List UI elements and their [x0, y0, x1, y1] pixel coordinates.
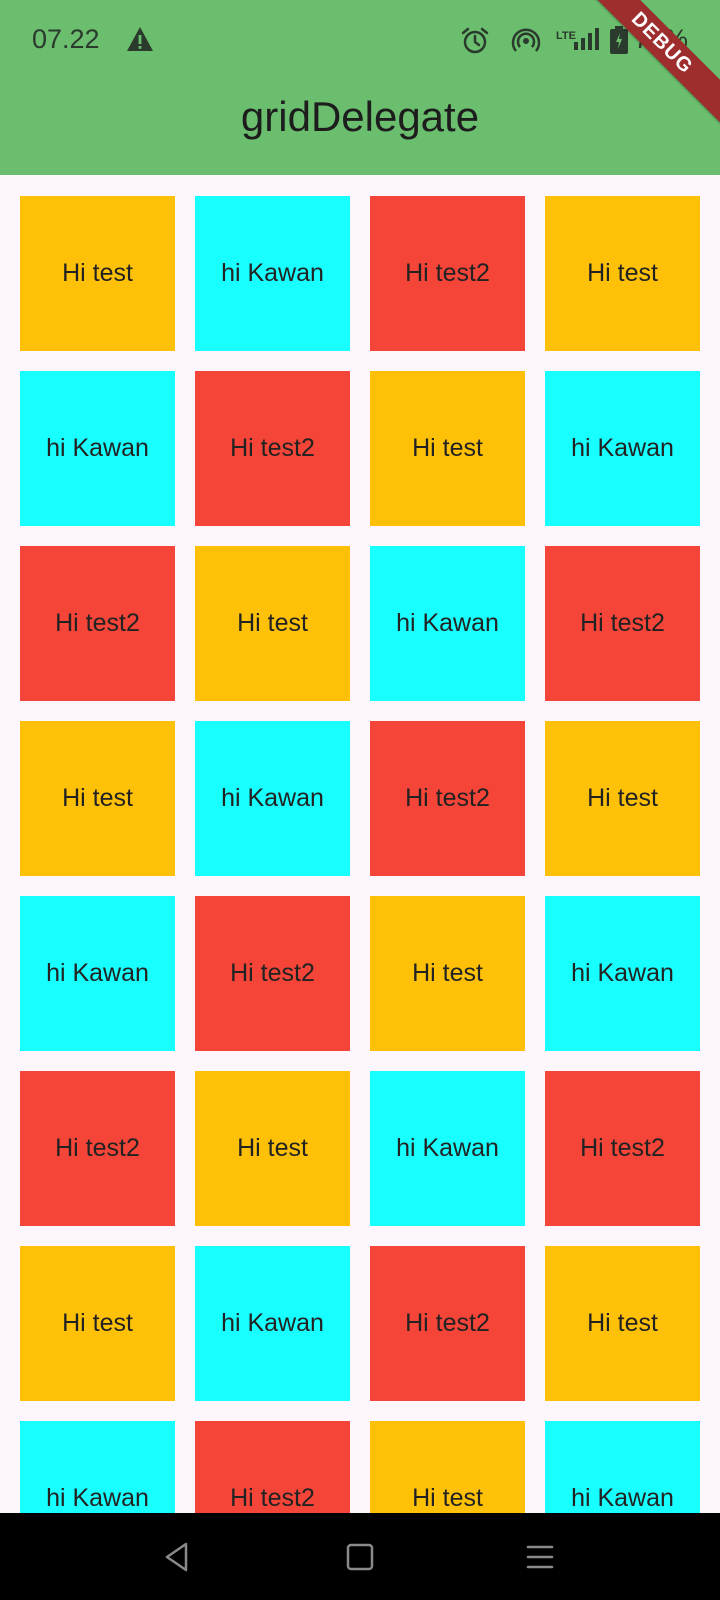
- grid-tile-label: hi Kawan: [571, 959, 674, 987]
- grid-tile[interactable]: Hi test2: [20, 546, 175, 701]
- grid-tile[interactable]: hi Kawan: [545, 896, 700, 1051]
- grid-tile-label: Hi test: [587, 1309, 658, 1337]
- grid-tile[interactable]: Hi test: [545, 196, 700, 351]
- grid-tile[interactable]: hi Kawan: [195, 721, 350, 876]
- grid-tile[interactable]: Hi test2: [20, 1071, 175, 1226]
- grid-tile-label: hi Kawan: [571, 1484, 674, 1512]
- battery-icon: [610, 26, 628, 54]
- menu-icon[interactable]: [526, 1543, 554, 1571]
- grid-tile-label: Hi test: [587, 259, 658, 287]
- grid-tile[interactable]: Hi test: [20, 1246, 175, 1401]
- grid-tile-label: hi Kawan: [46, 1484, 149, 1512]
- grid-tile-label: hi Kawan: [46, 434, 149, 462]
- grid-tile-label: Hi test: [237, 609, 308, 637]
- grid-tile[interactable]: Hi test2: [545, 1071, 700, 1226]
- grid-tile-label: Hi test: [412, 434, 483, 462]
- grid-tile-label: Hi test: [412, 1484, 483, 1512]
- grid-tile[interactable]: Hi test: [195, 1071, 350, 1226]
- tile-grid: Hi test hi Kawan Hi test2 Hi test hi Kawan Hi…: [20, 196, 700, 1513]
- grid-tile[interactable]: hi Kawan: [195, 1246, 350, 1401]
- grid-view[interactable]: Hi test hi Kawan Hi test2 Hi test hi Kawan Hi…: [0, 175, 720, 1513]
- grid-tile-label: Hi test2: [580, 609, 665, 637]
- grid-tile[interactable]: hi Kawan: [20, 371, 175, 526]
- grid-tile-label: Hi test: [62, 259, 133, 287]
- grid-tile-label: Hi test2: [230, 1484, 315, 1512]
- home-icon[interactable]: [346, 1543, 374, 1571]
- grid-tile[interactable]: hi Kawan: [195, 196, 350, 351]
- grid-tile[interactable]: Hi test2: [370, 1246, 525, 1401]
- grid-tile-label: Hi test2: [230, 959, 315, 987]
- grid-tile[interactable]: Hi test2: [545, 546, 700, 701]
- hotspot-icon: [511, 28, 541, 52]
- page-title: gridDelegate: [240, 93, 480, 140]
- grid-tile[interactable]: hi Kawan: [20, 1421, 175, 1513]
- grid-tile-label: hi Kawan: [396, 609, 499, 637]
- signal-icon: [574, 28, 599, 50]
- grid-tile-label: Hi test2: [55, 609, 140, 637]
- grid-tile[interactable]: Hi test: [20, 196, 175, 351]
- warning-icon: [127, 27, 153, 51]
- grid-tile-label: Hi test2: [405, 784, 490, 812]
- grid-tile-label: hi Kawan: [571, 434, 674, 462]
- grid-tile[interactable]: Hi test: [545, 721, 700, 876]
- grid-tile[interactable]: hi Kawan: [20, 896, 175, 1051]
- grid-tile[interactable]: hi Kawan: [545, 1421, 700, 1513]
- grid-tile-label: hi Kawan: [396, 1134, 499, 1162]
- grid-tile-label: Hi test: [62, 784, 133, 812]
- grid-tile[interactable]: Hi test2: [370, 721, 525, 876]
- grid-tile[interactable]: Hi test: [20, 721, 175, 876]
- grid-tile-label: Hi test2: [405, 259, 490, 287]
- grid-tile[interactable]: hi Kawan: [370, 546, 525, 701]
- grid-tile[interactable]: Hi test: [545, 1246, 700, 1401]
- grid-tile-label: Hi test2: [55, 1134, 140, 1162]
- grid-tile-label: Hi test2: [230, 434, 315, 462]
- grid-tile-label: Hi test: [62, 1309, 133, 1337]
- grid-tile[interactable]: Hi test2: [195, 1421, 350, 1513]
- grid-tile-label: hi Kawan: [221, 784, 324, 812]
- grid-tile[interactable]: Hi test: [370, 371, 525, 526]
- grid-tile[interactable]: Hi test: [370, 1421, 525, 1513]
- grid-tile-label: Hi test: [587, 784, 658, 812]
- app-bar: 07.22 LTE 73% gridDelegat: [0, 0, 720, 175]
- back-icon[interactable]: [162, 1541, 194, 1573]
- grid-tile-label: Hi test: [237, 1134, 308, 1162]
- grid-tile-label: hi Kawan: [46, 959, 149, 987]
- grid-tile-label: Hi test: [412, 959, 483, 987]
- alarm-icon: [461, 27, 489, 54]
- grid-tile[interactable]: Hi test2: [370, 196, 525, 351]
- grid-tile[interactable]: Hi test: [195, 546, 350, 701]
- grid-tile-label: Hi test2: [405, 1309, 490, 1337]
- grid-tile[interactable]: Hi test2: [195, 896, 350, 1051]
- grid-tile-label: Hi test2: [580, 1134, 665, 1162]
- grid-tile-label: hi Kawan: [221, 259, 324, 287]
- grid-tile[interactable]: Hi test: [370, 896, 525, 1051]
- grid-tile[interactable]: hi Kawan: [545, 371, 700, 526]
- grid-tile[interactable]: Hi test2: [195, 371, 350, 526]
- grid-tile[interactable]: hi Kawan: [370, 1071, 525, 1226]
- grid-tile-label: hi Kawan: [221, 1309, 324, 1337]
- status-time: 07.22: [32, 24, 100, 54]
- navigation-bar: [0, 1513, 720, 1600]
